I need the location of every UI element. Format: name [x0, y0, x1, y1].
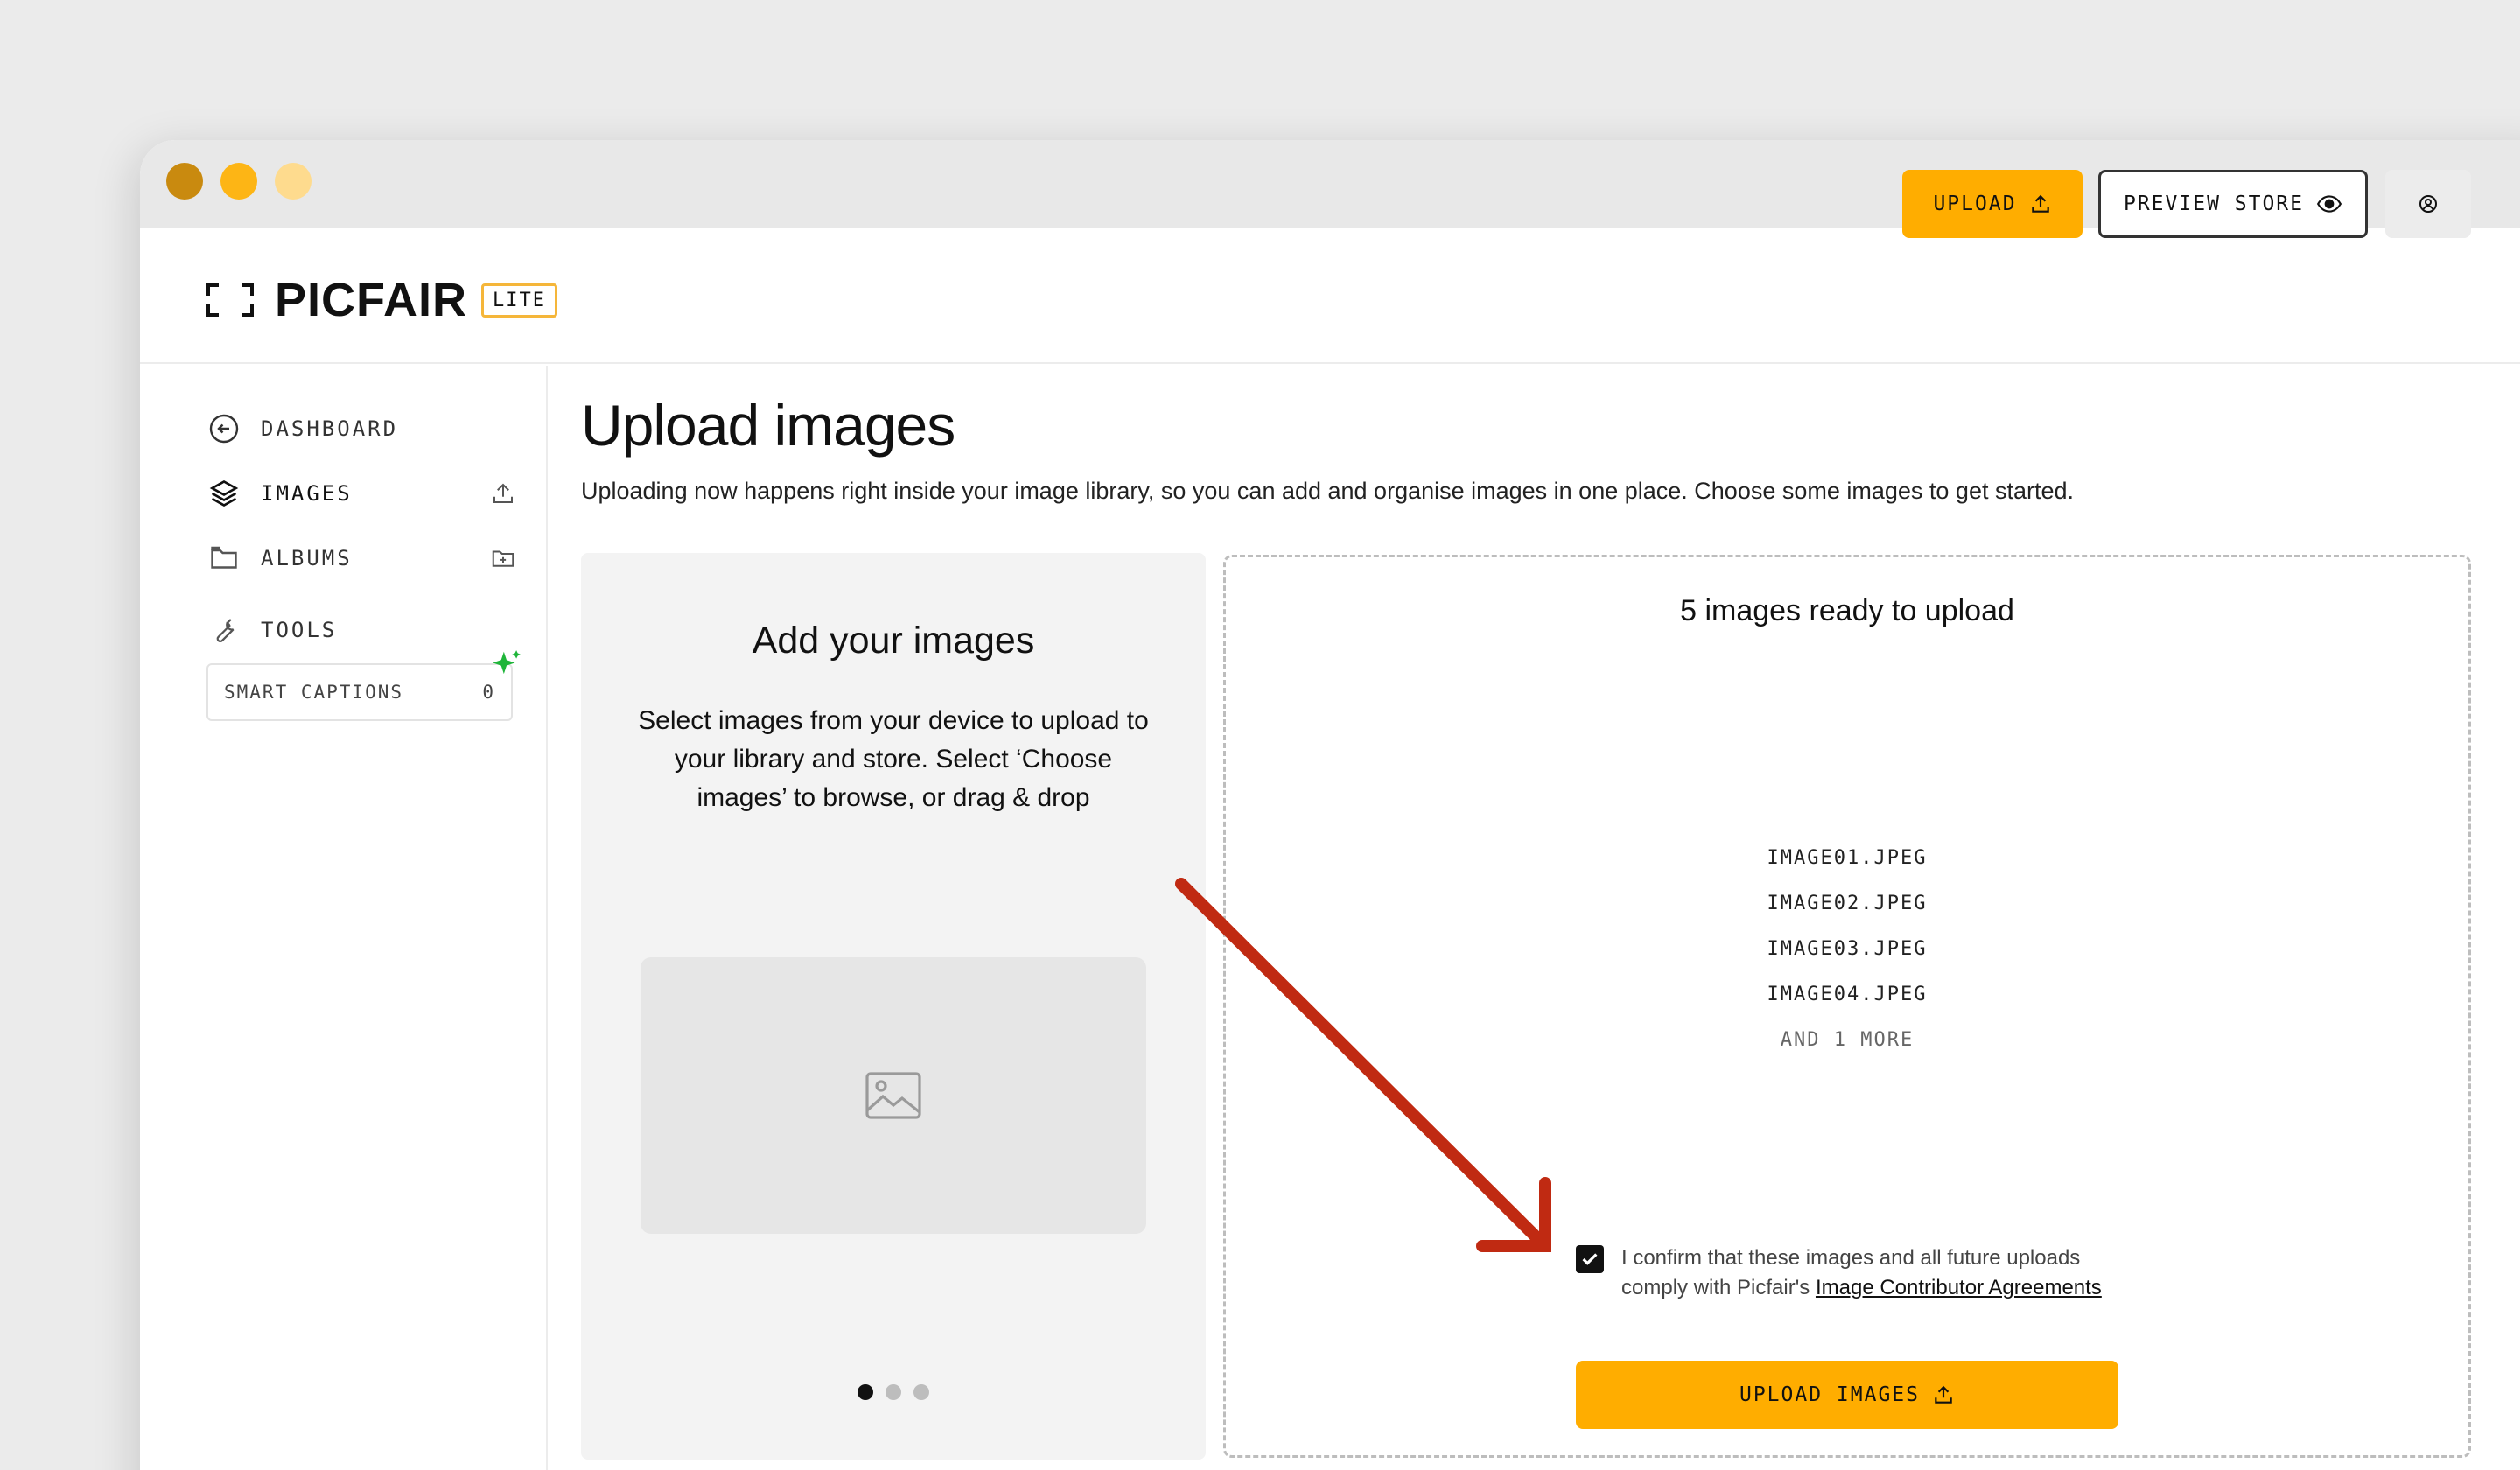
- window-maximize-dot[interactable]: [275, 163, 312, 200]
- sidebar-item-images[interactable]: IMAGES: [206, 476, 516, 511]
- sidebar: DASHBOARD IMAGES ALBUMS TOOLS SMART CAPT…: [140, 366, 548, 1470]
- carousel-dot-active[interactable]: [858, 1384, 873, 1400]
- wrench-icon: [206, 612, 242, 648]
- upload-icon: [1932, 1383, 1955, 1406]
- add-images-text: Select images from your device to upload…: [638, 706, 1149, 812]
- account-icon: [2418, 193, 2439, 214]
- carousel-dot[interactable]: [914, 1384, 929, 1400]
- folder-icon: [206, 541, 242, 576]
- preview-store-label: PREVIEW STORE: [2123, 192, 2304, 215]
- confirm-row: I confirm that these images and all futu…: [1576, 1243, 2136, 1303]
- picfair-logo[interactable]: PICFAIR LITE: [206, 273, 558, 327]
- account-button[interactable]: [2385, 170, 2471, 238]
- folder-add-icon[interactable]: [490, 545, 516, 571]
- image-placeholder[interactable]: [640, 957, 1146, 1234]
- arrow-left-circle-icon: [206, 411, 242, 446]
- layers-icon: [206, 476, 242, 511]
- header-upload-button[interactable]: UPLOAD: [1902, 170, 2082, 238]
- sidebar-item-dashboard[interactable]: DASHBOARD: [206, 411, 516, 446]
- header-upload-label: UPLOAD: [1933, 192, 2017, 215]
- sidebar-item-albums[interactable]: ALBUMS: [206, 541, 516, 576]
- upload-icon: [2029, 192, 2052, 215]
- add-images-title: Add your images: [752, 620, 1035, 662]
- image-icon: [865, 1072, 921, 1119]
- confirm-checkbox[interactable]: [1576, 1245, 1604, 1273]
- list-item: IMAGE04.JPEG: [1767, 984, 1928, 1005]
- file-list: IMAGE01.JPEG IMAGE02.JPEG IMAGE03.JPEG I…: [1226, 836, 2468, 1063]
- ready-upload-panel: 5 images ready to upload IMAGE01.JPEG IM…: [1223, 555, 2471, 1458]
- sidebar-item-label: TOOLS: [261, 618, 338, 642]
- sidebar-item-label: DASHBOARD: [261, 416, 399, 441]
- eye-icon: [2316, 193, 2342, 214]
- window-minimize-dot[interactable]: [220, 163, 257, 200]
- sidebar-item-tools[interactable]: TOOLS: [206, 612, 516, 648]
- list-item: IMAGE02.JPEG: [1767, 892, 1928, 914]
- upload-icon[interactable]: [490, 480, 516, 507]
- sidebar-item-label: IMAGES: [261, 481, 353, 506]
- upload-images-button[interactable]: UPLOAD IMAGES: [1576, 1361, 2118, 1429]
- logo-frame-icon: [206, 284, 254, 317]
- page-title: Upload images: [581, 393, 956, 458]
- logo-text: PICFAIR: [275, 274, 468, 326]
- confirm-text: I confirm that these images and all futu…: [1621, 1243, 2136, 1303]
- smart-captions-item[interactable]: SMART CAPTIONS 0: [206, 650, 521, 721]
- preview-store-button[interactable]: PREVIEW STORE: [2098, 170, 2368, 238]
- carousel-dot[interactable]: [886, 1384, 901, 1400]
- list-item: IMAGE01.JPEG: [1767, 847, 1928, 869]
- sidebar-item-label: ALBUMS: [261, 546, 353, 570]
- page-description: Uploading now happens right inside your …: [581, 478, 2075, 504]
- main-content: Upload images Uploading now happens righ…: [581, 366, 2471, 505]
- more-files-text: AND 1 MORE: [1780, 1029, 1914, 1051]
- smart-captions-label: SMART CAPTIONS: [224, 682, 404, 703]
- app-header: PICFAIR LITE: [140, 228, 2520, 364]
- sparkle-icon: [490, 648, 523, 685]
- list-item: IMAGE03.JPEG: [1767, 938, 1928, 960]
- contributor-agreements-link[interactable]: Image Contributor Agreements: [1816, 1276, 2102, 1299]
- carousel-dots: [581, 1384, 1206, 1400]
- add-images-panel[interactable]: Add your images Select images from your …: [581, 553, 1206, 1460]
- ready-upload-title: 5 images ready to upload: [1680, 594, 2014, 627]
- upload-images-label: UPLOAD IMAGES: [1739, 1383, 1920, 1406]
- lite-badge: LITE: [481, 283, 558, 318]
- window-close-dot[interactable]: [166, 163, 203, 200]
